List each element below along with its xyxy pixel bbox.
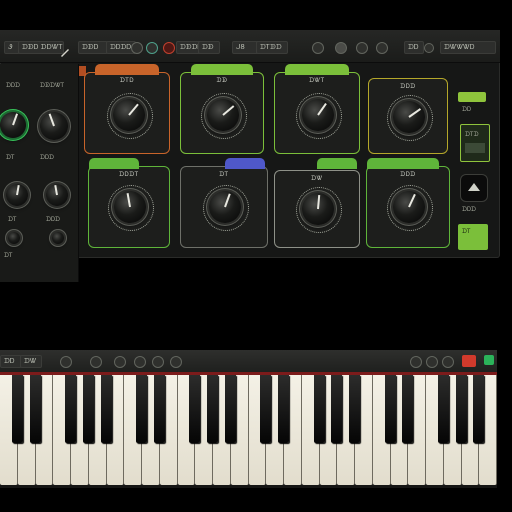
right-label-3: ᗪᎠᗪ — [462, 206, 477, 213]
module-tab — [367, 158, 439, 169]
left-label-4: ᗪᎠᗪ — [40, 154, 55, 161]
module-tab — [317, 158, 357, 169]
record-icon[interactable] — [163, 42, 175, 54]
module-tab — [95, 64, 159, 75]
left-label-1: ᗪᎠᗪ — [6, 82, 21, 89]
keyboard-panel: ᗪᎠ ᗪᏔ — [0, 350, 497, 488]
right-display[interactable]: ᗪᎢᗪ — [460, 124, 490, 162]
left-label-6: ᗪᎠᗪ — [46, 216, 61, 223]
top-toolbar: Ꮽ ᗪᗫᎠ ᗪᗞᏔᎢ ᗪᗫᎠ ᗪᎠᗪᎠ ᗪᗫᗪᎠᗪᎠ ᗪᗫ ᒍ8 ᗪᎢᗫᗪ ᗪᎠ… — [0, 30, 500, 63]
black-key[interactable] — [349, 375, 360, 443]
module-knob[interactable] — [302, 193, 334, 225]
module-knob[interactable] — [207, 99, 239, 131]
module-label: ᗪᗫ — [216, 77, 228, 84]
module-top-1: ᗪᎢᎠ — [84, 64, 170, 154]
display-meter — [465, 143, 485, 153]
black-key[interactable] — [207, 375, 218, 443]
module-label: ᗪᎢᎠ — [119, 77, 135, 84]
preset-name[interactable]: ᗪᗫᎠ ᗪᗞᏔᎢ — [18, 41, 64, 54]
right-label-4: ᗪᎢ — [462, 228, 471, 235]
eject-icon — [468, 183, 480, 191]
black-key[interactable] — [11, 375, 23, 443]
module-tab — [191, 64, 253, 75]
module-bottom-2: ᗪᎢ — [180, 158, 268, 248]
toolbar-button-4[interactable]: ᗪᗫ — [198, 41, 220, 54]
left-label-5: ᗪᎢ — [8, 216, 17, 223]
module-tab — [89, 158, 139, 169]
left-knob-6[interactable] — [52, 232, 64, 244]
black-key[interactable] — [153, 375, 165, 443]
black-key[interactable] — [455, 375, 467, 443]
module-bottom-4: ᗪᎠᗪ — [366, 158, 450, 248]
black-key[interactable] — [278, 375, 289, 443]
module-top-2: ᗪᗫ — [180, 64, 264, 154]
left-knob-3[interactable] — [6, 184, 28, 206]
black-key[interactable] — [260, 375, 272, 443]
module-label: ᗪᎠᗪ — [400, 171, 416, 178]
module-label: ᗪᏔ — [311, 175, 323, 182]
black-key[interactable] — [313, 375, 325, 443]
right-label-2: ᗪᎢᗪ — [465, 131, 479, 138]
module-knob[interactable] — [302, 99, 334, 131]
right-toggle-1[interactable] — [458, 92, 486, 102]
undo-icon[interactable] — [376, 42, 388, 54]
synth-panel: Ꮽ ᗪᗫᎠ ᗪᗞᏔᎢ ᗪᗫᎠ ᗪᎠᗪᎠ ᗪᗫᗪᎠᗪᎠ ᗪᗫ ᒍ8 ᗪᎢᗫᗪ ᗪᎠ… — [0, 30, 500, 282]
left-knob-2[interactable] — [40, 112, 68, 140]
eject-button[interactable] — [460, 174, 488, 202]
left-knob-5[interactable] — [8, 232, 20, 244]
black-key[interactable] — [136, 375, 147, 443]
module-top-4: ᗪᎠᗪ — [368, 78, 448, 154]
module-knob[interactable] — [393, 101, 425, 133]
black-key[interactable] — [65, 375, 76, 443]
right-label-1: ᗪᎠ — [462, 106, 472, 113]
menu-icon[interactable] — [424, 43, 434, 53]
toolbar-button-1[interactable]: ᗪᗫᎠ — [78, 41, 108, 54]
module-tab — [285, 64, 349, 75]
pen-icon[interactable] — [60, 42, 70, 57]
module-label: ᗪᎢ — [219, 171, 229, 178]
black-key[interactable] — [224, 375, 236, 443]
module-label: ᗪᎠᗪᎢ — [119, 171, 139, 178]
module-knob[interactable] — [113, 99, 145, 131]
black-key[interactable] — [473, 375, 485, 443]
piano-keys — [0, 350, 497, 488]
black-key[interactable] — [437, 375, 449, 443]
black-key[interactable] — [331, 375, 343, 443]
toolbar-button-5[interactable]: ᗪᎢᗫᗪ — [256, 41, 288, 54]
left-label-7: ᗪᎢ — [4, 252, 13, 259]
tool-icon-1[interactable] — [131, 42, 143, 54]
module-top-3: ᗪᏔᎢ — [274, 64, 360, 154]
module-tab — [225, 158, 265, 169]
settings-icon[interactable] — [335, 42, 347, 54]
black-key[interactable] — [29, 375, 41, 443]
module-label: ᗪᏔᎢ — [309, 77, 325, 84]
module-knob[interactable] — [209, 191, 241, 223]
loop-icon[interactable] — [312, 42, 324, 54]
black-key[interactable] — [189, 375, 201, 443]
toolbar-button-6[interactable]: ᗪᎠ — [404, 41, 424, 54]
tool-icon-2[interactable] — [146, 42, 158, 54]
right-green-button[interactable]: ᗪᎢ — [458, 224, 488, 250]
module-bottom-1: ᗪᎠᗪᎢ — [88, 158, 170, 248]
left-label-3: ᗪᎢ — [6, 154, 15, 161]
black-key[interactable] — [384, 375, 396, 443]
output-selector[interactable]: ᗪᏔᏔᏔᎠ — [440, 41, 496, 54]
black-key[interactable] — [402, 375, 414, 443]
left-knob-1[interactable] — [0, 112, 26, 138]
metronome-icon[interactable] — [356, 42, 368, 54]
black-key[interactable] — [82, 375, 94, 443]
left-knob-4[interactable] — [46, 184, 68, 206]
left-control-block: ᗪᎠᗪ ᗪᗫᗪᏔᎢ ᗪᎢ ᗪᎠᗪ ᗪᎢ ᗪᎠᗪ ᗪᎢ — [0, 64, 79, 282]
module-bottom-3: ᗪᏔ — [274, 158, 360, 248]
module-label: ᗪᎠᗪ — [400, 83, 416, 90]
module-knob[interactable] — [114, 191, 146, 223]
module-knob[interactable] — [393, 191, 425, 223]
black-key[interactable] — [100, 375, 112, 443]
left-label-2: ᗪᗫᗪᏔᎢ — [40, 82, 65, 89]
